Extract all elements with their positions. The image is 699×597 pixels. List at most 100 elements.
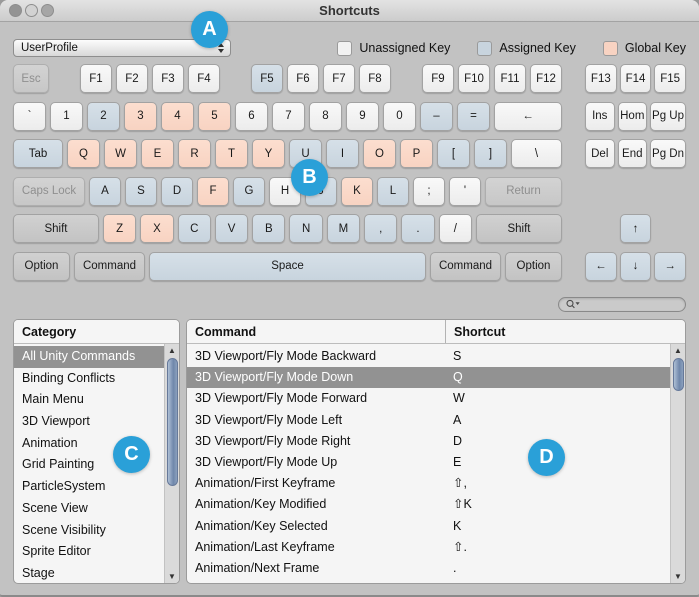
key-l[interactable]: L: [377, 176, 409, 206]
category-item-particlesystem[interactable]: ParticleSystem: [14, 476, 164, 498]
key-bracket-right[interactable]: ]: [474, 139, 507, 168]
table-row[interactable]: 3D Viewport/Fly Mode Forward W: [187, 388, 670, 409]
key-bracket-left[interactable]: [: [437, 139, 470, 168]
key-ins[interactable]: Ins: [585, 101, 615, 131]
key-arrow-down[interactable]: ↓: [619, 251, 652, 281]
search-field[interactable]: [558, 297, 686, 312]
key-0[interactable]: 0: [383, 101, 416, 131]
category-item-main-menu[interactable]: Main Menu: [14, 389, 164, 411]
key-f14[interactable]: F14: [619, 64, 652, 93]
key-f2[interactable]: F2: [116, 64, 148, 93]
scroll-down-arrow-icon[interactable]: ▼: [671, 570, 685, 583]
key-period[interactable]: .: [401, 214, 435, 243]
category-item-scene-visibility[interactable]: Scene Visibility: [14, 520, 164, 542]
zoom-button[interactable]: [41, 4, 54, 17]
key-shift-right[interactable]: Shift: [475, 214, 562, 243]
key-g[interactable]: G: [233, 176, 265, 206]
key-f13[interactable]: F13: [585, 64, 617, 93]
key-command-right[interactable]: Command: [430, 251, 501, 281]
key-f6[interactable]: F6: [287, 64, 319, 93]
key-shift-left[interactable]: Shift: [13, 214, 99, 243]
key-y[interactable]: Y: [252, 139, 285, 168]
key-pg-dn[interactable]: Pg Dn: [650, 139, 686, 168]
category-item-binding-conflicts[interactable]: Binding Conflicts: [14, 368, 164, 390]
key-semicolon[interactable]: ;: [413, 176, 445, 206]
key-9[interactable]: 9: [346, 101, 379, 131]
key-caps-lock[interactable]: Caps Lock: [13, 176, 85, 206]
category-scroll-track[interactable]: [165, 357, 179, 570]
key-arrow-left[interactable]: ←: [585, 251, 617, 281]
table-row[interactable]: 3D Viewport/Fly Mode Down Q: [187, 367, 670, 389]
category-scrollbar[interactable]: ▲ ▼: [164, 344, 179, 583]
key-arrow-up[interactable]: ↑: [619, 214, 652, 243]
command-scrollbar[interactable]: ▲ ▼: [670, 344, 685, 583]
table-row[interactable]: Animation/Last Keyframe ⇧.: [187, 537, 670, 558]
key-end[interactable]: End: [617, 139, 648, 168]
key-pg-up[interactable]: Pg Up: [650, 101, 686, 131]
key-minus[interactable]: –: [420, 101, 453, 131]
key-d[interactable]: D: [161, 176, 193, 206]
key-arrow-right[interactable]: →: [654, 251, 687, 281]
key-6[interactable]: 6: [235, 101, 268, 131]
category-item-scene-view[interactable]: Scene View: [14, 498, 164, 520]
key-f15[interactable]: F15: [654, 64, 687, 93]
table-row[interactable]: Animation/Next Frame.: [187, 558, 670, 579]
key-a[interactable]: A: [89, 176, 121, 206]
key-2[interactable]: 2: [87, 101, 120, 131]
minimize-button[interactable]: [25, 4, 38, 17]
key-equals[interactable]: =: [457, 101, 490, 131]
category-scroll-thumb[interactable]: [166, 358, 178, 486]
category-item-3d-viewport[interactable]: 3D Viewport: [14, 411, 164, 433]
key-tab[interactable]: Tab: [13, 139, 63, 168]
key-space[interactable]: Space: [149, 251, 426, 281]
key-i[interactable]: I: [326, 139, 359, 168]
key-backspace[interactable]: ←: [494, 101, 562, 131]
key-f7[interactable]: F7: [323, 64, 355, 93]
table-row[interactable]: 3D Viewport/Fly Mode Up E: [187, 452, 670, 473]
key-f11[interactable]: F11: [494, 64, 526, 93]
key-esc[interactable]: Esc: [13, 64, 49, 93]
scroll-up-arrow-icon[interactable]: ▲: [165, 344, 179, 357]
key-p[interactable]: P: [400, 139, 433, 168]
key-f8[interactable]: F8: [359, 64, 391, 93]
command-scroll-track[interactable]: [671, 357, 685, 570]
key-w[interactable]: W: [104, 139, 137, 168]
key-r[interactable]: R: [178, 139, 211, 168]
key-x[interactable]: X: [140, 214, 174, 243]
key-1[interactable]: 1: [50, 101, 83, 131]
table-row[interactable]: 3D Viewport/Fly Mode Right D: [187, 431, 670, 452]
key-4[interactable]: 4: [161, 101, 194, 131]
scroll-down-arrow-icon[interactable]: ▼: [165, 570, 179, 583]
key-c[interactable]: C: [177, 214, 211, 243]
key-v[interactable]: V: [214, 214, 249, 243]
key-f[interactable]: F: [197, 176, 229, 206]
key-5[interactable]: 5: [198, 101, 231, 131]
key-quote[interactable]: ': [449, 176, 481, 206]
key-backtick[interactable]: `: [13, 101, 46, 131]
key-del[interactable]: Del: [585, 139, 615, 168]
key-b[interactable]: B: [252, 214, 286, 243]
key-backslash[interactable]: \: [511, 139, 562, 168]
key-f12[interactable]: F12: [530, 64, 562, 93]
key-m[interactable]: M: [326, 214, 361, 243]
table-row[interactable]: Animation/Key Modified ⇧K: [187, 494, 670, 515]
key-hom[interactable]: Hom: [617, 101, 648, 131]
key-f5[interactable]: F5: [251, 64, 283, 93]
key-f4[interactable]: F4: [188, 64, 220, 93]
search-input[interactable]: [583, 299, 679, 310]
key-return[interactable]: Return: [485, 176, 562, 206]
key-f3[interactable]: F3: [152, 64, 184, 93]
key-o[interactable]: O: [363, 139, 396, 168]
key-command-left[interactable]: Command: [74, 251, 145, 281]
category-item-stage[interactable]: Stage: [14, 563, 164, 583]
key-e[interactable]: E: [141, 139, 174, 168]
key-k[interactable]: K: [341, 176, 373, 206]
key-f9[interactable]: F9: [422, 64, 454, 93]
key-t[interactable]: T: [215, 139, 248, 168]
key-slash[interactable]: /: [438, 214, 472, 243]
table-row[interactable]: Animation/Key Selected K: [187, 516, 670, 537]
key-f10[interactable]: F10: [458, 64, 490, 93]
command-scroll-thumb[interactable]: [672, 358, 684, 391]
key-f1[interactable]: F1: [80, 64, 112, 93]
key-3[interactable]: 3: [124, 101, 157, 131]
